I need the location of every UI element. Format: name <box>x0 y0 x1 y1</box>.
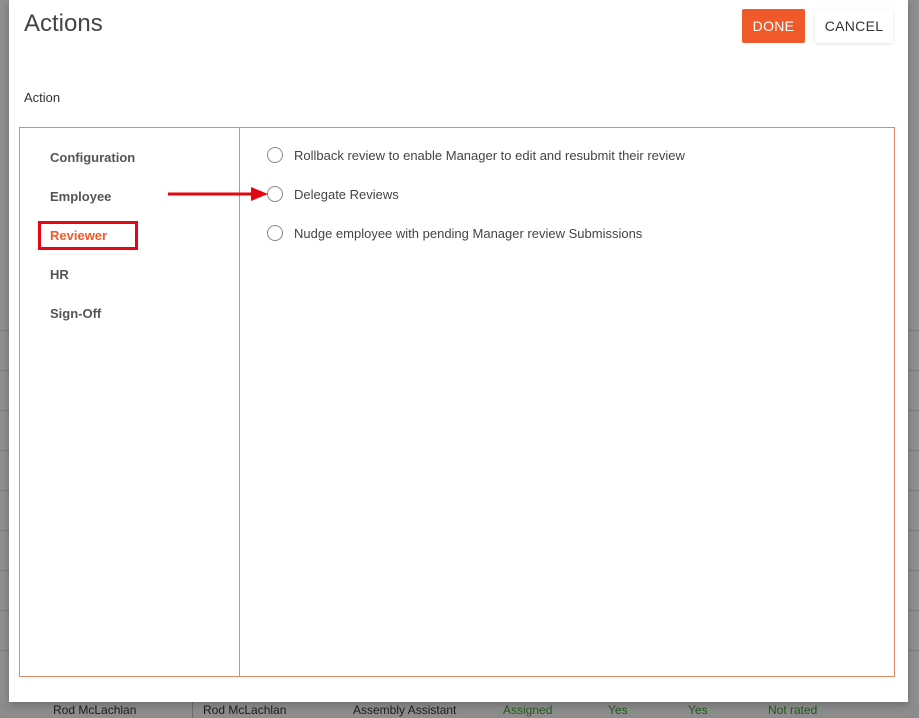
option-rollback-review[interactable]: Rollback review to enable Manager to edi… <box>267 145 685 165</box>
actions-modal: Actions DONE CANCEL Action Configuration… <box>9 0 908 702</box>
option-nudge-employee[interactable]: Nudge employee with pending Manager revi… <box>267 223 642 243</box>
option-label: Rollback review to enable Manager to edi… <box>294 147 685 163</box>
panel-divider <box>239 128 240 676</box>
radio-button[interactable] <box>267 186 283 202</box>
option-label: Nudge employee with pending Manager revi… <box>294 225 643 241</box>
radio-button[interactable] <box>267 225 283 241</box>
modal-title: Actions <box>24 10 103 37</box>
option-label: Delegate Reviews <box>294 186 399 202</box>
option-delegate-reviews[interactable]: Delegate Reviews <box>267 184 399 204</box>
category-configuration[interactable]: Configuration <box>50 150 135 165</box>
arrow-right-icon <box>168 187 268 201</box>
reviewer-highlight-box <box>38 221 138 250</box>
done-button[interactable]: DONE <box>742 9 805 43</box>
action-panel: Configuration Employee Reviewer HR Sign-… <box>19 127 895 677</box>
action-section-label: Action <box>24 90 61 105</box>
category-sign-off[interactable]: Sign-Off <box>50 306 101 321</box>
category-hr[interactable]: HR <box>50 267 69 282</box>
radio-button[interactable] <box>267 147 283 163</box>
cancel-button[interactable]: CANCEL <box>815 9 893 43</box>
category-employee[interactable]: Employee <box>50 189 111 204</box>
